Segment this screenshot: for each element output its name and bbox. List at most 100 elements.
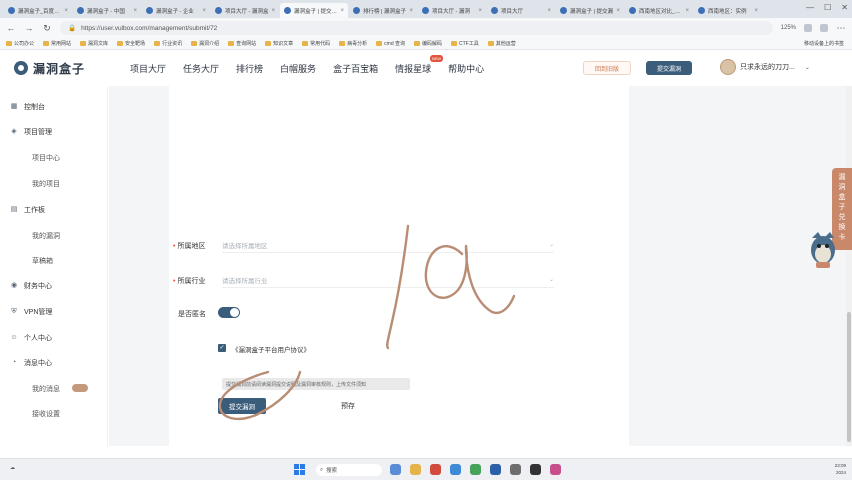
browser-tab[interactable]: 项目大厅 - 漏洞盒 × [211, 3, 279, 18]
tab-close-icon[interactable]: × [64, 8, 68, 14]
bookmark-item[interactable]: 公司办公 [6, 40, 34, 47]
clock[interactable]: 23:09 2024 [835, 462, 846, 476]
bookmark-item[interactable]: cmd 查询 [376, 40, 405, 47]
nav-item[interactable]: 项目大厅 [130, 62, 166, 75]
agree-checkbox[interactable]: ✓ [218, 344, 226, 352]
maximize-icon[interactable]: ☐ [824, 3, 831, 12]
bookmark-item[interactable]: 常用代码 [302, 40, 330, 47]
sidebar-item-projects[interactable]: ◈ 项目管理 [10, 127, 52, 137]
sidebar-item-dashboard[interactable]: ▦ 控制台 [10, 102, 45, 112]
reload-icon[interactable]: ↻ [42, 23, 52, 34]
sidebar-item-vpn[interactable]: ⛨ VPN管理 [10, 307, 52, 317]
profile-icon[interactable] [820, 24, 828, 32]
tab-close-icon[interactable]: × [754, 8, 758, 14]
tab-close-icon[interactable]: × [133, 8, 137, 14]
extension-icon[interactable] [804, 24, 812, 32]
sidebar-sub-my-projects[interactable]: 我的项目 [32, 179, 60, 189]
user-menu[interactable]: 只求永远的刀刀... ⌄ [720, 59, 810, 75]
text-editor-icon[interactable] [530, 464, 541, 475]
bookmark-item[interactable]: 病毒分析 [339, 40, 367, 47]
sidebar-item-messages[interactable]: ◔ 消息中心 [10, 358, 52, 368]
tab-close-icon[interactable]: × [271, 8, 275, 14]
nav-item[interactable]: 帮助中心 [448, 62, 484, 75]
nav-item[interactable]: 情报星球 NEW [395, 54, 444, 75]
save-draft-button[interactable]: 预存 [332, 398, 364, 414]
tab-close-icon[interactable]: × [478, 8, 482, 14]
browser-tab[interactable]: 漏洞盒子 | 提交漏 × [556, 3, 624, 18]
site-logo[interactable]: 漏洞盒子 [14, 60, 114, 77]
browser-tab[interactable]: 漏洞盒子_百度搜索 × [4, 3, 72, 18]
browser-tab[interactable]: 漏洞盒子 - 中国 × [73, 3, 141, 18]
sidebar-sub-project-center[interactable]: 项目中心 [32, 153, 60, 163]
sidebar-sub-drafts[interactable]: 草稿箱 [32, 256, 53, 266]
terminal-icon[interactable] [510, 464, 521, 475]
mobile-bookmarks[interactable]: 移动设备上的书签 [804, 40, 844, 47]
sidebar-sub-my-vulns[interactable]: 我的漏洞 [32, 231, 60, 241]
submit-button[interactable]: 提交漏洞 [218, 398, 266, 414]
agreement-link[interactable]: 《漏洞盒子平台用户协议》 [232, 344, 310, 354]
bookmark-item[interactable]: 行业资讯 [154, 40, 182, 47]
folder-icon [414, 41, 420, 46]
scrollbar-thumb[interactable] [847, 312, 851, 442]
browser-tab[interactable]: 漏洞盒子 - 企业 × [142, 3, 210, 18]
browser-tab[interactable]: 排行榜 | 漏洞盒子 × [349, 3, 417, 18]
bookmark-item[interactable]: 常用网站 [43, 40, 71, 47]
region-label: • 所属地区 [173, 243, 206, 250]
app-icon[interactable] [430, 464, 441, 475]
old-version-button[interactable]: 回到旧版 [583, 61, 631, 75]
tab-close-icon[interactable]: × [547, 8, 551, 14]
tab-close-icon[interactable]: × [340, 8, 344, 14]
bookmark-item[interactable]: CTF工具 [451, 40, 479, 47]
start-icon[interactable] [294, 464, 305, 475]
back-icon[interactable]: ← [6, 23, 16, 33]
taskview-icon[interactable] [390, 464, 401, 475]
vscode-icon[interactable] [490, 464, 501, 475]
bookmark-item[interactable]: 安全靶场 [117, 40, 145, 47]
sidebar-item-profile[interactable]: ☺ 个人中心 [10, 333, 52, 343]
taskbar-search[interactable]: ⌕ 搜索 [316, 464, 382, 476]
anonymous-toggle[interactable] [218, 307, 240, 318]
menu-icon[interactable]: ⋯ [836, 23, 846, 34]
nav-item[interactable]: 白帽服务 [280, 62, 316, 75]
weather-widget-icon[interactable]: ☁ [10, 465, 15, 471]
bookmark-item[interactable]: 编码解码 [414, 40, 442, 47]
tab-close-icon[interactable]: × [409, 8, 413, 14]
sidebar-item-workboard[interactable]: ▤ 工作板 [10, 205, 45, 215]
mascot-image[interactable] [808, 228, 838, 270]
tab-close-icon[interactable]: × [202, 8, 206, 14]
explorer-icon[interactable] [410, 464, 421, 475]
tab-favicon-icon [560, 7, 567, 14]
bookmark-item[interactable]: 其他运营 [487, 40, 516, 47]
tab-close-icon[interactable]: × [616, 8, 620, 14]
submit-vuln-button[interactable]: 提交漏洞 [646, 61, 692, 75]
bookmark-item[interactable]: 漏洞文库 [80, 40, 108, 47]
close-window-icon[interactable]: ✕ [841, 3, 848, 12]
nav-item[interactable]: 盒子百宝箱 [333, 62, 378, 75]
industry-select[interactable]: 请选择所属行业 ⌄ [222, 272, 554, 288]
bookmark-item[interactable]: 查询网站 [228, 40, 256, 47]
nav-item[interactable]: 任务大厅 [183, 62, 219, 75]
media-icon[interactable] [550, 464, 561, 475]
bookmark-label: 查询网站 [236, 41, 257, 47]
browser-tab[interactable]: 项目大厅 - 漏洞 × [418, 3, 486, 18]
zoom-level[interactable]: 125% [781, 25, 796, 31]
wechat-icon[interactable] [470, 464, 481, 475]
bookmark-item[interactable]: 知识文章 [265, 40, 293, 47]
browser-icon[interactable] [450, 464, 461, 475]
sidebar-sub-my-messages[interactable]: 我的消息 [32, 384, 60, 394]
nav-item-label: 任务大厅 [183, 63, 220, 74]
browser-tab[interactable]: 西南地区对比_百度 × [625, 3, 693, 18]
nav-item[interactable]: 排行榜 [236, 62, 263, 75]
minimize-icon[interactable]: — [806, 3, 814, 12]
browser-tab[interactable]: 漏洞盒子 | 提交漏洞 × [280, 3, 348, 18]
sidebar-sub-receive-settings[interactable]: 接收设置 [32, 409, 60, 419]
sidebar-item-finance[interactable]: ◉ 财务中心 [10, 281, 52, 291]
forward-icon[interactable]: → [24, 23, 34, 33]
tab-close-icon[interactable]: × [685, 8, 689, 14]
region-select[interactable]: 请选择所属地区 ⌄ [222, 237, 554, 253]
browser-tab[interactable]: 项目大厅 × [487, 3, 555, 18]
url-field[interactable]: 🔒 https://user.vulbox.com/management/sub… [60, 21, 773, 35]
folder-icon [339, 41, 346, 46]
browser-tab[interactable]: 西南地区：实例 × [694, 3, 762, 18]
bookmark-item[interactable]: 漏洞介绍 [191, 40, 219, 47]
